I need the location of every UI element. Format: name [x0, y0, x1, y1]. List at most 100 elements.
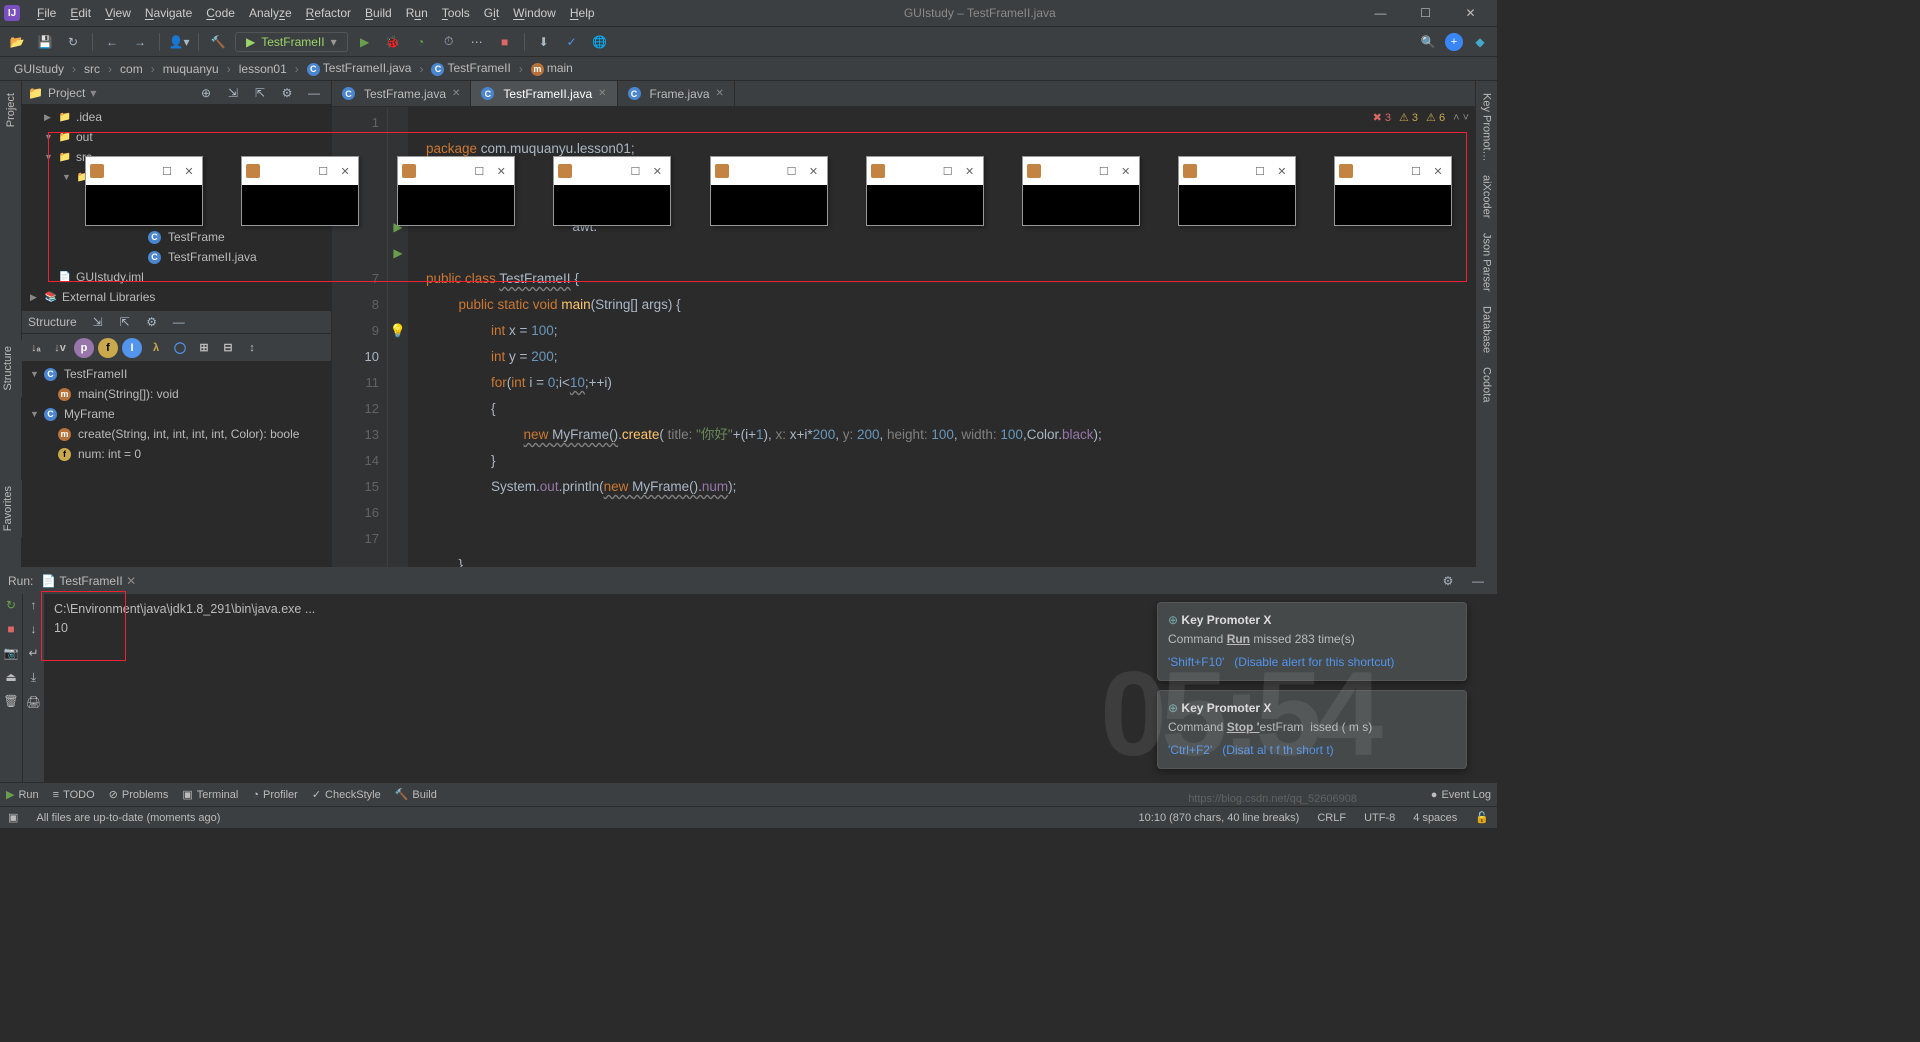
hide-icon[interactable]: —: [303, 82, 325, 104]
gear-icon[interactable]: ⚙: [1437, 570, 1459, 592]
editor-body[interactable]: 1 789 10 111213 14151617 ▶ ▶ 💡 package c…: [332, 107, 1475, 567]
bt-todo[interactable]: ≡ TODO: [53, 789, 95, 801]
autoscroll-icon[interactable]: ↕: [242, 338, 262, 358]
menu-file[interactable]: File: [30, 6, 63, 20]
inspection-widget[interactable]: ✖ 3 ⚠ 3 ⚠ 6 ˄ ˅: [1373, 111, 1469, 124]
run-icon[interactable]: ▶: [354, 31, 376, 53]
crumb-3[interactable]: muquanyu: [159, 62, 223, 76]
expand-icon[interactable]: ⇲: [222, 82, 244, 104]
tab-frame[interactable]: CFrame.java✕: [618, 81, 735, 106]
menu-code[interactable]: Code: [199, 6, 242, 20]
trash-icon[interactable]: 🗑: [3, 694, 18, 708]
expand-all-icon[interactable]: ⊞: [194, 338, 214, 358]
stripe-aixcoder[interactable]: aiXcoder: [1479, 169, 1495, 224]
tab-testframeii[interactable]: CTestFrameII.java✕: [471, 81, 617, 106]
crumb-0[interactable]: GUIstudy: [10, 62, 68, 76]
git-commit-icon[interactable]: ✓: [561, 31, 583, 53]
project-tree[interactable]: ▶📁.idea ▼📁out ▼📁src ▼📁 CTestFrame CTestF…: [22, 105, 331, 310]
stop-icon[interactable]: ■: [494, 31, 516, 53]
coverage-icon[interactable]: ◔: [410, 31, 432, 53]
bt-profiler[interactable]: ◔ Profiler: [252, 789, 298, 801]
hammer-icon[interactable]: 🔨: [207, 31, 229, 53]
crumb-6[interactable]: CTestFrameII: [427, 61, 514, 76]
bt-eventlog[interactable]: ● Event Log: [1431, 789, 1491, 801]
collapse-icon[interactable]: ⇱: [249, 82, 271, 104]
camera-icon[interactable]: 📷: [4, 646, 19, 660]
close-icon[interactable]: ✕: [598, 88, 606, 99]
status-icon[interactable]: ▣: [8, 811, 18, 824]
show-fields-icon[interactable]: f: [98, 338, 118, 358]
show-properties-icon[interactable]: p: [74, 338, 94, 358]
rerun-icon[interactable]: ↻: [6, 598, 16, 612]
code-area[interactable]: package com.muquanyu.lesson01; awt. publ…: [408, 107, 1475, 567]
menu-git[interactable]: Git: [477, 6, 506, 20]
anon-icon[interactable]: ◯: [170, 338, 190, 358]
run-gutter-icon[interactable]: ▶: [388, 240, 408, 266]
crumb-7[interactable]: mmain: [527, 61, 577, 76]
stripe-structure[interactable]: Structure: [0, 340, 16, 397]
scroll-icon[interactable]: ⤓: [31, 670, 36, 685]
crumb-1[interactable]: src: [80, 62, 104, 76]
status-encoding[interactable]: UTF-8: [1364, 812, 1395, 824]
crumb-5[interactable]: CTestFrameII.java: [303, 61, 416, 76]
tab-testframe[interactable]: CTestFrame.java✕: [332, 81, 471, 106]
menu-tools[interactable]: Tools: [435, 6, 477, 20]
menu-analyze[interactable]: Analyze: [242, 6, 299, 20]
run-gutter-icon[interactable]: ▶: [388, 214, 408, 240]
status-caret[interactable]: 10:10 (870 chars, 40 line breaks): [1139, 812, 1300, 824]
sort-icon[interactable]: ↓ₐ: [26, 338, 46, 358]
bt-checkstyle[interactable]: ✓ CheckStyle: [312, 788, 381, 801]
close-button[interactable]: ✕: [1448, 0, 1493, 27]
menu-build[interactable]: Build: [358, 6, 399, 20]
crumb-4[interactable]: lesson01: [235, 62, 291, 76]
bt-run[interactable]: ▶Run: [6, 788, 39, 801]
refresh-icon[interactable]: ↻: [62, 31, 84, 53]
maximize-button[interactable]: ☐: [1403, 0, 1448, 27]
menu-view[interactable]: View: [98, 6, 138, 20]
collapse-icon[interactable]: ⇱: [114, 311, 136, 333]
status-lock-icon[interactable]: 🔓: [1475, 811, 1489, 824]
stripe-favorites[interactable]: Favorites: [0, 480, 16, 537]
run-config-select[interactable]: ▶ TestFrameII ▾: [235, 32, 348, 52]
structure-tree[interactable]: ▼CTestFrameII mmain(String[]): void ▼CMy…: [22, 362, 331, 567]
close-icon[interactable]: ✕: [452, 88, 460, 99]
stripe-database[interactable]: Database: [1479, 300, 1495, 359]
run-config-tab[interactable]: 📄 TestFrameII ✕: [41, 574, 136, 588]
expand-icon[interactable]: ⇲: [87, 311, 109, 333]
stripe-project[interactable]: Project: [3, 87, 19, 133]
stripe-jsonparser[interactable]: Json Parser: [1479, 227, 1495, 298]
stop-icon[interactable]: ■: [7, 622, 14, 636]
minimize-button[interactable]: —: [1358, 0, 1403, 27]
wrap-icon[interactable]: ↵: [28, 646, 38, 660]
menu-window[interactable]: Window: [506, 6, 563, 20]
debug-icon[interactable]: 🐞: [382, 31, 404, 53]
close-icon[interactable]: ✕: [716, 88, 724, 99]
hide-icon[interactable]: —: [168, 311, 190, 333]
menu-navigate[interactable]: Navigate: [138, 6, 199, 20]
status-eol[interactable]: CRLF: [1317, 812, 1346, 824]
ide-updates-icon[interactable]: ◆: [1469, 31, 1491, 53]
search-icon[interactable]: 🔍: [1417, 31, 1439, 53]
up-icon[interactable]: ↑: [31, 598, 37, 612]
menu-edit[interactable]: Edit: [63, 6, 98, 20]
lambda-icon[interactable]: λ: [146, 338, 166, 358]
translate-icon[interactable]: 🌐: [589, 31, 611, 53]
attach-icon[interactable]: ⋯: [466, 31, 488, 53]
notification-keypromoter-stop[interactable]: ⊕ Key Promoter X Command Stop 'estFram i…: [1157, 690, 1467, 769]
forward-icon[interactable]: →: [129, 31, 151, 53]
notification-keypromoter-run[interactable]: ⊕ Key Promoter X Command Run missed 283 …: [1157, 602, 1467, 681]
collapse-all-icon[interactable]: ⊟: [218, 338, 238, 358]
back-icon[interactable]: ←: [101, 31, 123, 53]
bt-terminal[interactable]: ▣ Terminal: [182, 788, 238, 801]
sort-vis-icon[interactable]: ↓v: [50, 338, 70, 358]
bt-problems[interactable]: ⊘ Problems: [109, 788, 169, 801]
show-inherited-icon[interactable]: I: [122, 338, 142, 358]
save-icon[interactable]: 💾: [34, 31, 56, 53]
add-icon[interactable]: +: [1445, 33, 1463, 51]
hide-icon[interactable]: —: [1467, 570, 1489, 592]
avatar-icon[interactable]: 👤▾: [168, 31, 190, 53]
gear-icon[interactable]: ⚙: [276, 82, 298, 104]
bulb-icon[interactable]: 💡: [388, 318, 408, 344]
locate-icon[interactable]: ⊕: [195, 82, 217, 104]
exit-icon[interactable]: ⏏: [5, 670, 16, 684]
